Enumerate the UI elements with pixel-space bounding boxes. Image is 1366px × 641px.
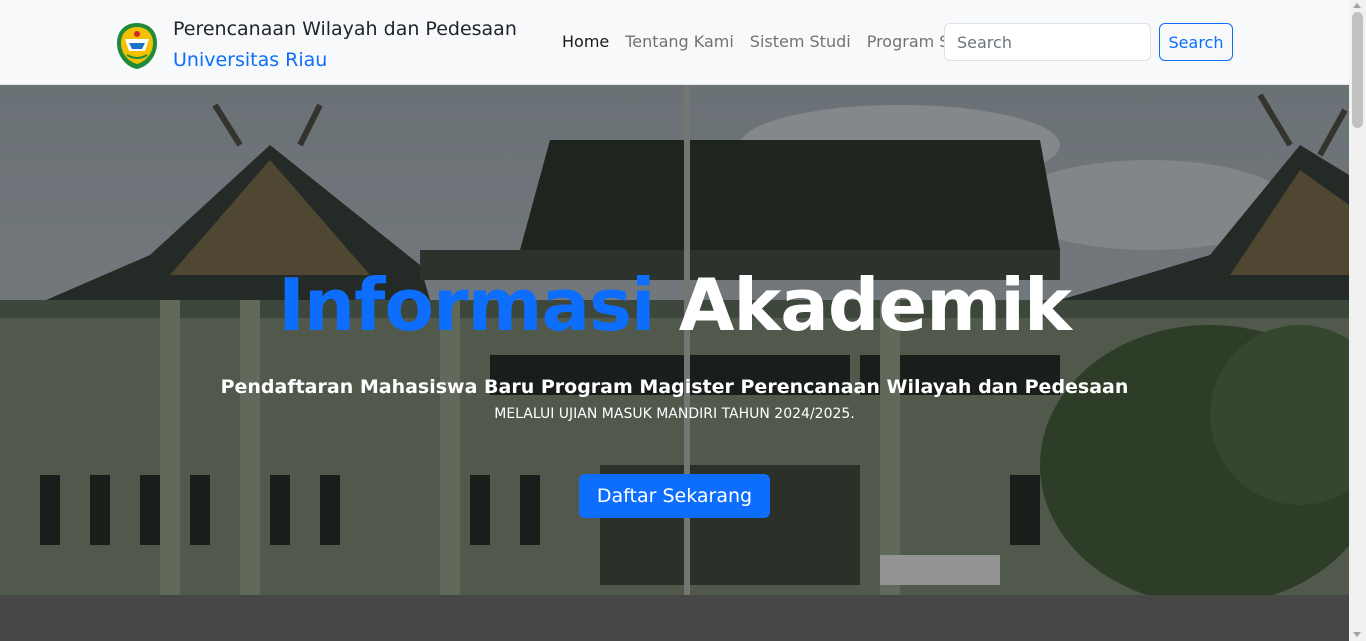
nav-item-sistem-studi[interactable]: Sistem Studi: [750, 31, 851, 53]
page-scrollbar[interactable]: [1349, 0, 1366, 641]
navbar: Perencanaan Wilayah dan Pedesaan Univers…: [0, 0, 1349, 85]
nav-item-home[interactable]: Home: [562, 31, 609, 53]
search-button[interactable]: Search: [1159, 23, 1233, 61]
nav-item-tentang-kami[interactable]: Tentang Kami: [625, 31, 734, 53]
daftar-sekarang-button[interactable]: Daftar Sekarang: [579, 474, 770, 518]
brand-subtitle: Universitas Riau: [173, 49, 328, 71]
search-input[interactable]: [944, 23, 1151, 61]
hero-overlay: [0, 85, 1349, 641]
hero-title-highlight: Informasi: [278, 263, 655, 347]
hero-section: Informasi Akademik Pendaftaran Mahasiswa…: [0, 85, 1349, 641]
hero-subtitle: Pendaftaran Mahasiswa Baru Program Magis…: [220, 376, 1129, 398]
hero-title-rest: Akademik: [678, 263, 1072, 347]
brand[interactable]: Perencanaan Wilayah dan Pedesaan Univers…: [115, 17, 517, 72]
brand-title: Perencanaan Wilayah dan Pedesaan: [173, 18, 517, 40]
scroll-up-arrow-icon[interactable]: [1353, 3, 1361, 8]
scrollbar-thumb[interactable]: [1352, 12, 1363, 128]
main-nav: Home Tentang Kami Sistem Studi Program S…: [562, 31, 996, 53]
university-crest-icon: [117, 23, 157, 69]
hero-title: Informasi Akademik: [0, 260, 1349, 350]
hero-subtitle-secondary: MELALUI UJIAN MASUK MANDIRI TAHUN 2024/2…: [494, 406, 855, 422]
scroll-down-arrow-icon[interactable]: [1353, 632, 1361, 637]
